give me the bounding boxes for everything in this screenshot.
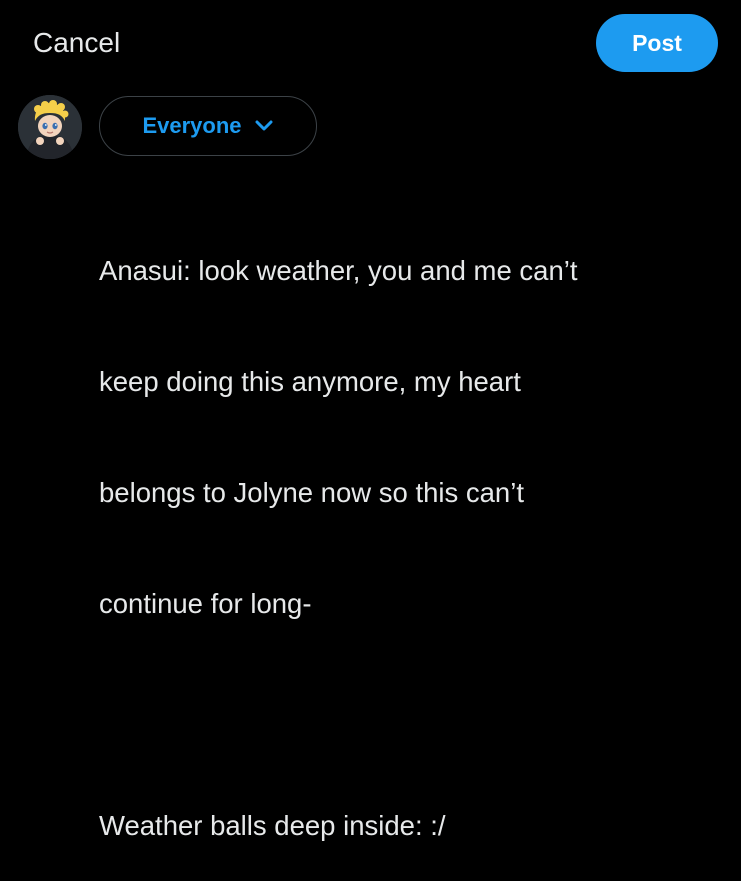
compose-line: Weather balls deep inside: :/: [99, 810, 446, 841]
compose-line: continue for long-: [99, 588, 312, 619]
audience-selector-button[interactable]: Everyone: [99, 96, 317, 156]
compose-text-area[interactable]: Anasui: look weather, you and me can’t k…: [99, 178, 719, 881]
compose-line: Anasui: look weather, you and me can’t: [99, 255, 578, 286]
compose-blank-line: [99, 696, 719, 733]
audience-label: Everyone: [142, 113, 242, 138]
compose-line: keep doing this anymore, my heart: [99, 366, 521, 397]
post-button[interactable]: Post: [596, 14, 718, 72]
cancel-button[interactable]: Cancel: [33, 26, 120, 60]
compose-header: Cancel Post: [0, 0, 741, 90]
chevron-down-icon: [254, 116, 274, 136]
avatar[interactable]: [18, 95, 82, 159]
avatar-image: [18, 95, 82, 159]
